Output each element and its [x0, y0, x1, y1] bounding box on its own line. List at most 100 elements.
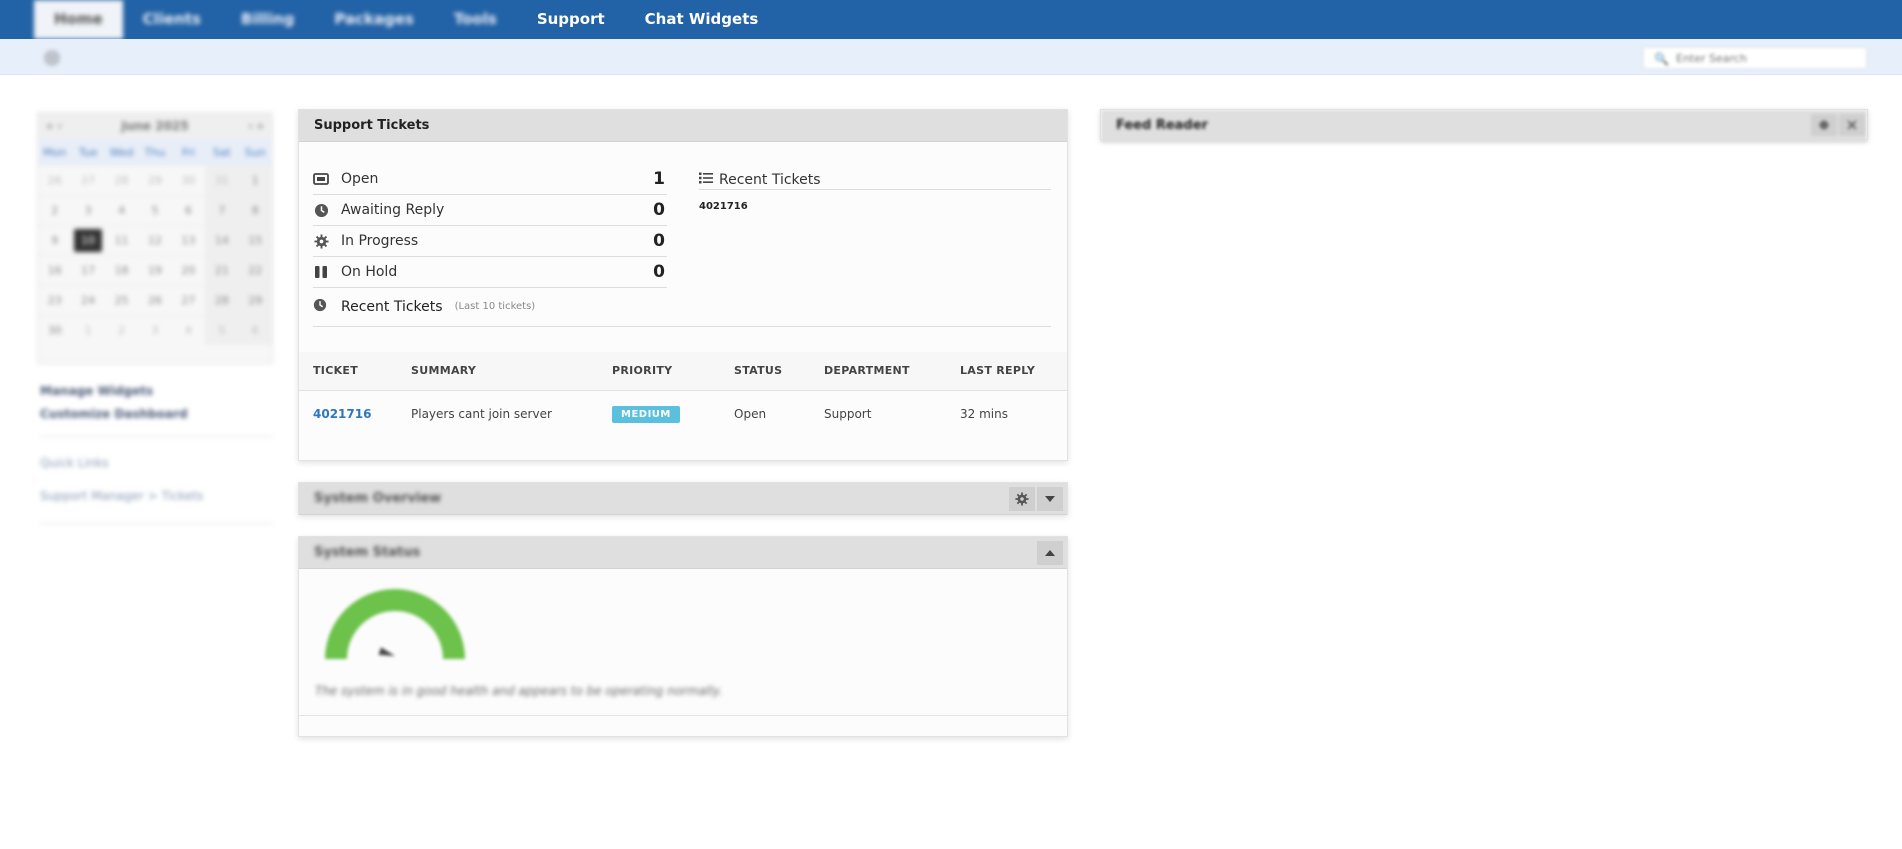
panel-title: System Status [314, 545, 421, 560]
manage-widgets-link[interactable]: Manage Widgets [40, 380, 273, 403]
divider [299, 715, 1067, 716]
calendar-weekday: Mon [43, 145, 67, 159]
ticket-id-link[interactable]: 4021716 [299, 390, 397, 438]
calendar-day[interactable]: 18 [104, 255, 139, 285]
calendar-day[interactable]: 19 [138, 255, 172, 285]
status-message: The system is in good health and appears… [315, 684, 723, 698]
calendar-day[interactable]: 25 [104, 285, 139, 315]
tab-clients[interactable]: Clients [123, 0, 221, 39]
calendar-day[interactable]: 6 [171, 195, 206, 225]
search-input[interactable] [1676, 50, 1856, 66]
calendar-day[interactable]: 3 [71, 195, 105, 225]
calendar-day[interactable]: 4 [104, 195, 139, 225]
panel-title: System Overview [314, 491, 442, 506]
calendar-day[interactable]: 17 [71, 255, 105, 285]
expand-button[interactable] [1037, 487, 1063, 511]
quick-link-support-tickets[interactable]: Support Manager > Tickets [40, 480, 273, 513]
calendar-day[interactable]: 13 [171, 225, 206, 255]
tab-tools[interactable]: Tools [434, 0, 517, 39]
calendar-day[interactable]: 29 [238, 285, 272, 315]
calendar-day[interactable]: 7 [205, 195, 239, 225]
gauge-arc [325, 589, 465, 659]
divider [40, 523, 273, 524]
calendar-day[interactable]: 28 [205, 285, 239, 315]
stat-count: 1 [653, 169, 665, 189]
calendar-day[interactable]: 14 [205, 225, 239, 255]
calendar-day[interactable]: 8 [238, 195, 272, 225]
list-icon [699, 172, 713, 188]
tab-chat-widgets[interactable]: Chat Widgets [625, 0, 779, 39]
tab-home[interactable]: Home [34, 0, 123, 39]
calendar-day[interactable]: 5 [138, 195, 172, 225]
calendar-day[interactable]: 26 [38, 165, 72, 195]
calendar-month: June 2025 [121, 119, 189, 133]
col-status[interactable]: STATUS [720, 352, 810, 390]
calendar-day[interactable]: 2 [38, 195, 72, 225]
settings-button[interactable] [1811, 114, 1837, 136]
col-priority[interactable]: PRIORITY [598, 352, 720, 390]
stat-row-in-progress[interactable]: In Progress 0 [313, 226, 667, 257]
calendar-day[interactable]: 5 [205, 315, 239, 345]
calendar-prev-button[interactable]: « ‹ [46, 119, 62, 133]
recent-tickets-list-label: Recent Tickets [719, 171, 821, 188]
calendar-day[interactable]: 10 [71, 225, 105, 255]
recent-ticket-link[interactable]: 4021716 [699, 201, 1051, 212]
calendar-day[interactable]: 3 [138, 315, 172, 345]
stat-row-awaiting-reply[interactable]: Awaiting Reply 0 [313, 195, 667, 226]
calendar-day[interactable]: 1 [238, 165, 272, 195]
calendar-day[interactable]: 15 [238, 225, 272, 255]
calendar-day[interactable]: 9 [38, 225, 72, 255]
calendar-day[interactable]: 27 [171, 285, 206, 315]
system-status-panel: System Status The system is in good heal… [298, 536, 1068, 737]
tab-packages[interactable]: Packages [314, 0, 434, 39]
calendar-weekday: Tue [78, 145, 98, 159]
collapse-button[interactable] [1037, 541, 1063, 565]
calendar-day[interactable]: 31 [205, 165, 239, 195]
calendar-day[interactable]: 30 [171, 165, 206, 195]
calendar-weekday: Sun [244, 145, 266, 159]
ticket-status: Open [734, 407, 767, 422]
col-summary[interactable]: SUMMARY [397, 352, 598, 390]
col-last-reply[interactable]: LAST REPLY [946, 352, 1067, 390]
tab-support[interactable]: Support [517, 0, 625, 39]
stat-row-on-hold[interactable]: On Hold 0 [313, 257, 667, 288]
table-header-row: TICKET SUMMARY PRIORITY STATUS DEPARTMEN… [299, 352, 1067, 390]
sub-bar [0, 39, 1902, 75]
settings-button[interactable] [1009, 487, 1035, 511]
calendar-day[interactable]: 1 [71, 315, 105, 345]
ticket-priority-cell: MEDIUM [598, 390, 720, 438]
calendar-day[interactable]: 30 [38, 315, 72, 345]
ticket-stats: Open 1 Awaiting Reply 0 In Progress 0 On… [313, 164, 667, 288]
close-button[interactable] [1839, 114, 1865, 136]
recent-tickets-list: Recent Tickets 4021716 [699, 170, 1051, 212]
calendar-day[interactable]: 26 [138, 285, 172, 315]
calendar-day[interactable]: 29 [138, 165, 172, 195]
calendar-day[interactable]: 16 [38, 255, 72, 285]
col-department[interactable]: DEPARTMENT [810, 352, 946, 390]
calendar-day[interactable]: 11 [104, 225, 139, 255]
stat-label: Awaiting Reply [341, 202, 445, 218]
calendar-day[interactable]: 6 [238, 315, 272, 345]
calendar-day[interactable]: 20 [171, 255, 206, 285]
calendar-day[interactable]: 21 [205, 255, 239, 285]
calendar-day[interactable]: 22 [238, 255, 272, 285]
calendar-day[interactable]: 28 [104, 165, 139, 195]
calendar-day[interactable]: 12 [138, 225, 172, 255]
calendar-header: « ‹ June 2025 › » [38, 113, 272, 139]
customize-dashboard-link[interactable]: Customize Dashboard [40, 403, 273, 426]
table-row[interactable]: 4021716 Players cant join server MEDIUM … [299, 390, 1067, 438]
stat-row-open[interactable]: Open 1 [313, 164, 667, 195]
close-icon [1847, 120, 1857, 130]
calendar-next-button[interactable]: › » [248, 119, 264, 133]
col-ticket[interactable]: TICKET [299, 352, 397, 390]
calendar-weekday: Sat [212, 145, 231, 159]
calendar-day[interactable]: 2 [104, 315, 139, 345]
calendar-day[interactable]: 24 [71, 285, 105, 315]
calendar-day[interactable]: 4 [171, 315, 206, 345]
calendar-day[interactable]: 23 [38, 285, 72, 315]
stat-label: Open [341, 171, 379, 187]
home-icon[interactable] [44, 50, 60, 70]
calendar-day[interactable]: 27 [71, 165, 105, 195]
tab-billing[interactable]: Billing [221, 0, 314, 39]
search-icon[interactable]: 🔍 [1654, 52, 1669, 66]
